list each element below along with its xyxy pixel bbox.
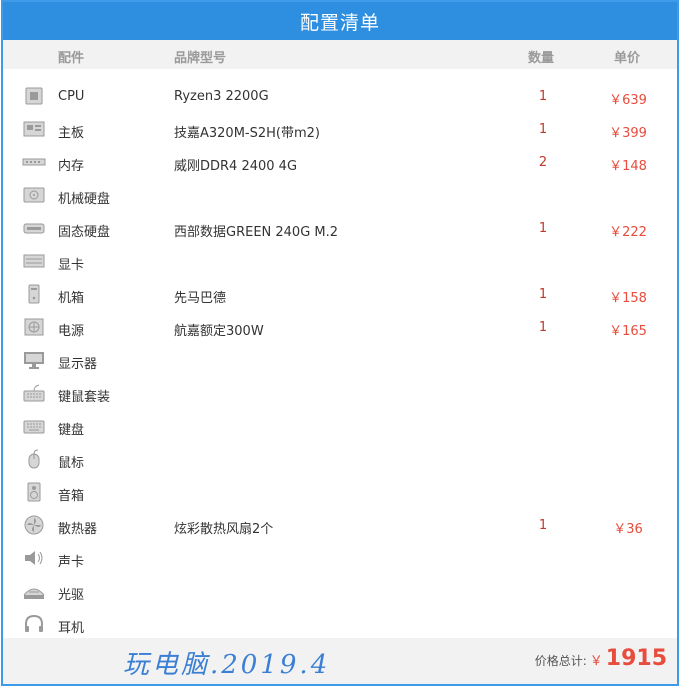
part-name: 主板 (58, 126, 85, 141)
optical-drive-icon (22, 581, 46, 601)
table-header: 配件 品牌型号 数量 单价 (3, 40, 677, 69)
table-row: 鼠标 (3, 443, 677, 476)
part-price: ￥222 (609, 225, 647, 240)
part-qty: 1 (538, 89, 548, 104)
monitor-icon (22, 350, 46, 370)
memory-icon (22, 152, 46, 172)
table-row: 声卡 (3, 542, 677, 575)
part-name: 音箱 (58, 489, 85, 504)
ssd-icon (22, 218, 46, 238)
table-row: 键盘 (3, 410, 677, 443)
part-name: 声卡 (58, 555, 85, 570)
part-price: ￥36 (613, 522, 643, 537)
part-name: CPU (58, 89, 85, 104)
panel-title: 配置清单 (3, 2, 677, 40)
table-row: 固态硬盘 西部数据GREEN 240G M.2 1 ￥222 (3, 212, 677, 245)
cpu-icon (22, 86, 46, 106)
total-value: 1915 (605, 646, 667, 671)
part-model: 航嘉额定300W (174, 324, 264, 339)
part-qty: 1 (538, 518, 548, 533)
part-price: ￥148 (609, 159, 647, 174)
handwritten-signature: 玩电脑.2019.4 (123, 650, 331, 680)
part-price: ￥639 (609, 93, 647, 108)
parts-table: CPU Ryzen3 2200G 1 ￥639 主板 技嘉A320M-S2H(带… (3, 80, 677, 641)
part-name: 耳机 (58, 621, 85, 636)
part-model: Ryzen3 2200G (174, 89, 269, 104)
psu-icon (22, 317, 46, 337)
table-row: 散热器 炫彩散热风扇2个 1 ￥36 (3, 509, 677, 542)
part-model: 技嘉A320M-S2H(带m2) (174, 126, 320, 141)
mouse-icon (22, 449, 46, 469)
table-row: 键鼠套装 (3, 377, 677, 410)
part-name: 键鼠套装 (58, 390, 111, 405)
table-row: 机箱 先马巴德 1 ￥158 (3, 278, 677, 311)
total-label: 价格总计: (534, 654, 587, 668)
table-footer: 玩电脑.2019.4 价格总计: ￥ 1915 (3, 638, 677, 684)
part-name: 显卡 (58, 258, 85, 273)
part-name: 光驱 (58, 588, 85, 603)
part-qty: 1 (538, 287, 548, 302)
table-row: 音箱 (3, 476, 677, 509)
part-name: 散热器 (58, 522, 98, 537)
part-price: ￥165 (609, 324, 647, 339)
case-icon (22, 284, 46, 304)
part-model: 西部数据GREEN 240G M.2 (174, 225, 339, 240)
part-name: 鼠标 (58, 456, 85, 471)
table-row: 显卡 (3, 245, 677, 278)
part-name: 内存 (58, 159, 85, 174)
column-header-model: 品牌型号 (174, 51, 227, 66)
column-header-price: 单价 (614, 51, 641, 66)
part-name: 键盘 (58, 423, 85, 438)
price-total: 价格总计: ￥ 1915 (535, 646, 667, 671)
sound-card-icon (22, 548, 46, 568)
part-name: 机箱 (58, 291, 85, 306)
part-model: 先马巴德 (174, 291, 227, 306)
part-model: 炫彩散热风扇2个 (174, 522, 274, 537)
part-qty: 1 (538, 122, 548, 137)
table-row: 电源 航嘉额定300W 1 ￥165 (3, 311, 677, 344)
part-model: 威刚DDR4 2400 4G (174, 159, 298, 174)
table-row: 内存 威刚DDR4 2400 4G 2 ￥148 (3, 146, 677, 179)
speaker-icon (22, 482, 46, 502)
part-name: 机械硬盘 (58, 192, 111, 207)
headphones-icon (22, 614, 46, 634)
column-header-part: 配件 (58, 51, 85, 66)
hdd-icon (22, 185, 46, 205)
part-qty: 2 (538, 155, 548, 170)
part-name: 电源 (58, 324, 85, 339)
keyboard-mouse-icon (22, 383, 46, 403)
part-qty: 1 (538, 320, 548, 335)
table-row: 耳机 (3, 608, 677, 641)
part-price: ￥158 (609, 291, 647, 306)
part-name: 固态硬盘 (58, 225, 111, 240)
total-currency: ￥ (589, 654, 603, 669)
part-qty: 1 (538, 221, 548, 236)
keyboard-icon (22, 416, 46, 436)
table-row: 光驱 (3, 575, 677, 608)
motherboard-icon (22, 119, 46, 139)
table-row: 机械硬盘 (3, 179, 677, 212)
table-row: CPU Ryzen3 2200G 1 ￥639 (3, 80, 677, 113)
table-row: 显示器 (3, 344, 677, 377)
table-row: 主板 技嘉A320M-S2H(带m2) 1 ￥399 (3, 113, 677, 146)
fan-icon (22, 515, 46, 535)
config-list-panel: 配置清单 配件 品牌型号 数量 单价 CPU Ryzen3 2200G 1 ￥6… (1, 0, 679, 686)
column-header-qty: 数量 (528, 51, 555, 66)
part-name: 显示器 (58, 357, 98, 372)
gpu-icon (22, 251, 46, 271)
part-price: ￥399 (609, 126, 647, 141)
